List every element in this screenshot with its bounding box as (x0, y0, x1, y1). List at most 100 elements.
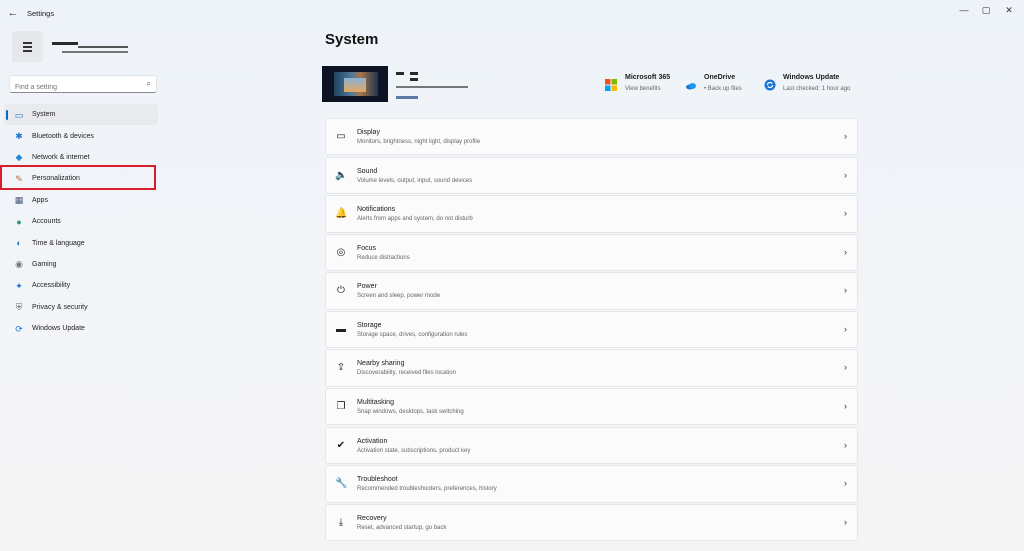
card-title: Activation (357, 437, 388, 445)
redacted-device-model (396, 86, 468, 88)
settings-card-storage[interactable]: ▬ Storage Storage space, drives, configura… (325, 310, 858, 349)
minimize-button[interactable]: — (953, 3, 975, 17)
quick-link-sub: • Back up files (704, 86, 742, 92)
accessibility-icon: ✦ (15, 280, 23, 291)
card-subtitle: Alerts from apps and system, do not dist… (357, 216, 473, 223)
wifi-icon: ◆ (15, 152, 23, 163)
sidebar-item-label: Network & internet (32, 153, 90, 161)
card-subtitle: Activation state, subscriptions, product… (357, 447, 471, 454)
redacted-user-name (52, 42, 78, 45)
app-title: Settings (27, 9, 55, 18)
redacted-device-name-2 (410, 72, 418, 75)
search-box[interactable]: ⌕ (9, 75, 157, 96)
settings-card-display[interactable]: ▭ Display Monitors, brightness, night ligh… (325, 118, 858, 156)
sidebar-item-privacy-security[interactable]: ⛨ Privacy & security (4, 297, 158, 318)
card-title: Notifications (357, 206, 396, 214)
redacted-user-name-2 (78, 46, 128, 48)
person-icon: ● (16, 216, 22, 227)
check-circle-icon: ✔ (336, 439, 346, 451)
chevron-right-icon: › (844, 478, 847, 489)
chevron-right-icon: › (844, 246, 847, 257)
sidebar-item-windows-update[interactable]: ⟳ Windows Update (4, 318, 158, 339)
focus-icon: ◎ (336, 246, 346, 258)
settings-card-activation[interactable]: ✔ Activation Activation state, subscriptio… (325, 426, 858, 465)
settings-card-troubleshoot[interactable]: 🔧 Troubleshoot Recommended troubleshooters… (325, 465, 858, 503)
quick-link-title: Windows Update (783, 74, 840, 81)
sidebar-item-system[interactable]: ▭ System (4, 104, 158, 126)
chevron-right-icon: › (844, 131, 847, 141)
settings-card-power[interactable]: ⏻ Power Screen and sleep, power mode › (325, 272, 858, 310)
chevron-right-icon: › (844, 208, 847, 219)
bell-icon: 🔔 (335, 208, 348, 220)
bluetooth-icon: ✱ (15, 131, 23, 142)
storage-icon: ▬ (336, 323, 346, 335)
cloud-icon (685, 79, 697, 91)
system-settings-list: ▭ Display Monitors, brightness, night ligh… (325, 118, 858, 542)
sidebar-item-accounts[interactable]: ● Accounts (4, 211, 158, 232)
quick-link-sub: View benefits (625, 86, 661, 92)
settings-card-nearby-sharing[interactable]: ⇪ Nearby sharing Discoverability, received… (325, 349, 858, 387)
avatar-placeholder-icon (23, 42, 32, 54)
card-title: Power (357, 283, 377, 291)
recovery-icon: ⤓ (338, 516, 344, 528)
windows-update-icon (764, 78, 776, 91)
card-title: Storage (357, 321, 382, 329)
card-subtitle: Storage space, drives, configuration rul… (357, 331, 468, 338)
chevron-right-icon: › (844, 285, 847, 296)
redacted-user-email (62, 51, 128, 53)
back-button[interactable]: ← (6, 6, 20, 20)
power-icon: ⏻ (337, 285, 345, 297)
sidebar-item-apps[interactable]: ▦ Apps (4, 190, 158, 211)
page-title: System (325, 31, 379, 48)
chevron-right-icon: › (844, 362, 847, 373)
device-wallpaper-thumbnail[interactable] (322, 66, 388, 102)
globe-clock-icon: ◐ (16, 238, 22, 249)
card-title: Sound (357, 167, 378, 175)
microsoft-logo-icon (605, 78, 617, 91)
title-bar: ← Settings — ▢ ✕ (0, 0, 1024, 28)
share-icon: ⇪ (336, 362, 346, 374)
chevron-right-icon: › (844, 439, 847, 450)
card-subtitle: Snap windows, desktops, task switching (357, 409, 464, 416)
card-subtitle: Volume levels, output, input, sound devi… (357, 177, 473, 184)
chevron-right-icon: › (844, 401, 847, 412)
quick-link-title: Microsoft 365 (625, 74, 671, 81)
sidebar-item-bluetooth-devices[interactable]: ✱ Bluetooth & devices (4, 125, 158, 146)
settings-card-notifications[interactable]: 🔔 Notifications Alerts from apps and syste… (325, 195, 858, 233)
chevron-right-icon: › (844, 169, 847, 180)
redacted-device-name-3 (410, 78, 418, 81)
chevron-right-icon: › (844, 323, 847, 334)
card-title: Display (357, 129, 380, 136)
close-button[interactable]: ✕ (998, 3, 1020, 17)
system-icon: ▭ (14, 109, 24, 120)
search-input[interactable] (10, 79, 134, 96)
sidebar-item-time-language[interactable]: ◐ Time & language (4, 232, 158, 253)
settings-card-focus[interactable]: ◎ Focus Reduce distractions › (325, 233, 858, 272)
monitor-icon: ▭ (336, 131, 346, 142)
quick-link-title: OneDrive (704, 74, 736, 81)
settings-card-sound[interactable]: 🔈 Sound Volume levels, output, input, soun… (325, 156, 858, 194)
sidebar-item-label: Bluetooth & devices (32, 132, 94, 140)
card-subtitle: Monitors, brightness, night light, displ… (357, 139, 481, 145)
speaker-icon: 🔈 (335, 169, 348, 181)
search-icon[interactable]: ⌕ (147, 79, 151, 89)
redacted-rename-link[interactable] (396, 96, 418, 99)
sidebar-item-label: Privacy & security (32, 303, 88, 311)
settings-card-multitasking[interactable]: ❐ Multitasking Snap windows, desktops, tas… (325, 388, 858, 426)
card-subtitle: Reduce distractions (357, 254, 410, 261)
multitask-icon: ❐ (336, 401, 346, 413)
avatar[interactable] (12, 31, 43, 62)
maximize-button[interactable]: ▢ (975, 3, 997, 17)
wrench-icon: 🔧 (335, 478, 348, 490)
card-title: Recovery (357, 514, 387, 522)
sidebar-item-label: System (32, 111, 56, 119)
sidebar-item-accessibility[interactable]: ✦ Accessibility (4, 275, 158, 296)
card-title: Nearby sharing (357, 360, 405, 368)
card-title: Troubleshoot (357, 476, 398, 484)
card-title: Multitasking (357, 399, 394, 407)
highlight-box-personalization (0, 165, 156, 190)
shield-icon: ⛨ (15, 302, 23, 313)
settings-card-recovery[interactable]: ⤓ Recovery Reset, advanced startup, go bac… (325, 503, 858, 542)
sidebar-item-label: Accessibility (32, 282, 71, 290)
sidebar-item-gaming[interactable]: ◉ Gaming (4, 254, 158, 275)
